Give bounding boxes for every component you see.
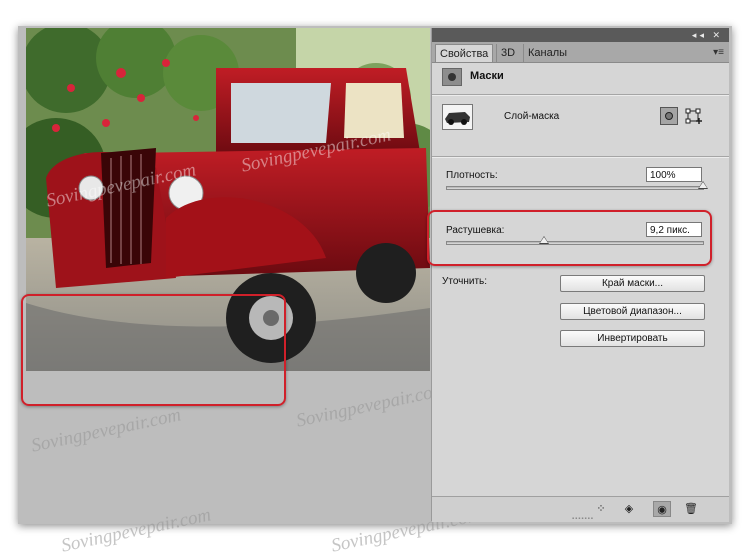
color-range-button[interactable]: Цветовой диапазон... <box>560 303 705 320</box>
vector-mask-button[interactable] <box>684 107 704 125</box>
density-input[interactable]: 100% <box>646 167 702 182</box>
tab-properties[interactable]: Свойства <box>435 44 494 62</box>
density-label: Плотность: <box>446 170 498 181</box>
trash-icon[interactable]: 🗑 <box>682 501 700 517</box>
divider <box>432 94 729 96</box>
section-title: Маски <box>470 70 504 82</box>
panel-menu-icon[interactable]: ▾≡ <box>713 47 724 58</box>
panel-tabs: Свойства 3D Каналы ▾≡ <box>432 42 729 63</box>
collapse-close-icons[interactable]: ◂◂ ✕ <box>692 28 723 42</box>
properties-panel: ◂◂ ✕ Свойства 3D Каналы ▾≡ Маски Слой-ма… <box>431 28 729 522</box>
density-slider[interactable] <box>446 181 708 190</box>
refine-label: Уточнить: <box>442 276 488 287</box>
load-selection-icon[interactable]: ⁘ <box>592 501 610 517</box>
mask-icon <box>442 68 462 86</box>
eye-icon[interactable]: ◉ <box>653 501 671 517</box>
apply-mask-icon[interactable]: ◈ <box>620 501 638 517</box>
tab-3d[interactable]: 3D <box>496 44 519 62</box>
vector-mask-icon <box>685 108 702 124</box>
density-slider-knob[interactable] <box>698 181 708 189</box>
mask-edge-button[interactable]: Край маски... <box>560 275 705 292</box>
canvas-highlight <box>21 294 286 406</box>
pixel-mask-button[interactable] <box>660 107 678 125</box>
panel-titlebar: ◂◂ ✕ <box>432 28 729 42</box>
mask-thumbnail-icon <box>443 105 472 129</box>
tab-channels[interactable]: Каналы <box>523 44 571 62</box>
invert-button[interactable]: Инвертировать <box>560 330 705 347</box>
feather-highlight <box>427 210 712 266</box>
mask-thumbnail[interactable] <box>442 104 473 130</box>
panel-footer: ⁘ ◈ ◉ 🗑 ▪▪▪▪▪▪▪ <box>432 496 729 522</box>
layer-mask-label: Слой-маска <box>504 111 560 122</box>
resize-grip-icon[interactable]: ▪▪▪▪▪▪▪ <box>572 516 594 522</box>
divider <box>432 156 729 158</box>
